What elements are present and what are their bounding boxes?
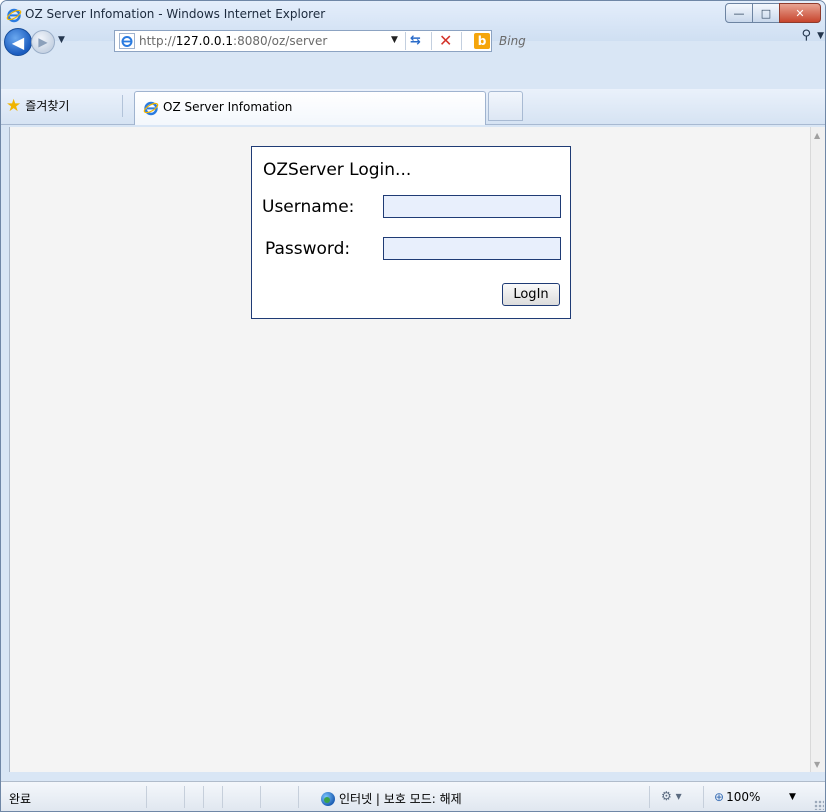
- search-icon[interactable]: ⚲: [801, 28, 811, 43]
- search-box-area: ⚲ ▼: [492, 25, 825, 47]
- back-icon: ◀: [11, 32, 25, 52]
- maximize-button[interactable]: □: [752, 3, 780, 23]
- search-options-dropdown[interactable]: ▼: [817, 31, 824, 41]
- forward-icon: ▶: [38, 35, 48, 49]
- stop-icon[interactable]: ✕: [439, 31, 452, 50]
- bing-icon: b: [474, 33, 490, 49]
- divider: [431, 32, 432, 50]
- zoom-dropdown[interactable]: ▼: [789, 792, 796, 802]
- scroll-up-icon[interactable]: ▲: [814, 131, 820, 140]
- password-label: Password:: [265, 239, 351, 259]
- url-text[interactable]: http://127.0.0.1:8080/oz/server: [139, 34, 327, 48]
- status-text: 완료: [9, 792, 32, 806]
- security-icon[interactable]: ⚙ ▾: [661, 789, 682, 803]
- url-suffix: :8080/oz/server: [233, 34, 328, 48]
- minimize-button[interactable]: —: [725, 3, 753, 23]
- page-icon: [119, 33, 135, 49]
- divider: [146, 786, 147, 808]
- divider: [260, 786, 261, 808]
- password-input[interactable]: [383, 237, 561, 260]
- divider: [649, 786, 650, 808]
- close-icon: ✕: [795, 6, 805, 20]
- close-button[interactable]: ✕: [779, 3, 821, 23]
- back-button[interactable]: ◀: [4, 28, 32, 56]
- login-button[interactable]: LogIn: [502, 283, 560, 306]
- login-title: OZServer Login...: [263, 160, 412, 180]
- tab-oz-server[interactable]: OZ Server Infomation: [134, 91, 486, 125]
- divider: [222, 786, 223, 808]
- favorites-button[interactable]: ★ 즐겨찾기: [6, 97, 69, 114]
- scroll-down-icon[interactable]: ▼: [814, 760, 820, 769]
- vertical-scrollbar[interactable]: ▲ ▼: [810, 127, 825, 772]
- divider: [461, 32, 462, 50]
- login-panel: OZServer Login... Username: Password: Lo…: [251, 146, 571, 319]
- divider: [298, 786, 299, 808]
- window-controls: — □ ✕: [725, 3, 821, 23]
- forward-button[interactable]: ▶: [31, 30, 55, 54]
- resize-grip[interactable]: [814, 800, 824, 810]
- globe-icon: [321, 791, 335, 806]
- browser-window: OZ Server Infomation - Windows Internet …: [0, 0, 826, 812]
- address-dropdown[interactable]: ▼: [391, 35, 398, 45]
- zoom-level: 100%: [726, 790, 761, 804]
- status-bar: 완료 인터넷 | 보호 모드: 해제 ⚙ ▾ ⊕ 100% ▼: [1, 781, 825, 811]
- zoom-icon: ⊕: [714, 790, 725, 804]
- maximize-icon: □: [760, 6, 772, 20]
- recent-pages-dropdown[interactable]: ▼: [58, 35, 65, 45]
- minimize-icon: —: [733, 6, 745, 20]
- new-tab-button[interactable]: [488, 91, 523, 121]
- ie-icon: [143, 101, 159, 116]
- tab-label: OZ Server Infomation: [163, 100, 293, 114]
- favorites-label: 즐겨찾기: [25, 99, 70, 113]
- divider: [203, 786, 204, 808]
- url-prefix: http://: [139, 34, 176, 48]
- username-label: Username:: [262, 197, 355, 217]
- divider: [184, 786, 185, 808]
- address-bar[interactable]: http://127.0.0.1:8080/oz/server ▼ ⇆ ✕ b …: [114, 30, 526, 52]
- ie-icon: [6, 8, 22, 23]
- security-zone[interactable]: 인터넷 | 보호 모드: 해제: [321, 790, 462, 807]
- divider: [703, 786, 704, 808]
- favorites-bar: ★ 즐겨찾기 OZ Server Infomation: [1, 89, 825, 125]
- url-host: 127.0.0.1: [175, 34, 234, 48]
- window-title: OZ Server Infomation - Windows Internet …: [25, 7, 326, 21]
- star-icon: ★: [6, 95, 22, 116]
- zoom-control[interactable]: ⊕ 100%: [714, 790, 760, 804]
- username-input[interactable]: [383, 195, 561, 218]
- divider: [405, 32, 406, 50]
- zone-text: 인터넷 | 보호 모드: 해제: [339, 792, 462, 806]
- refresh-icon[interactable]: ⇆: [410, 33, 421, 48]
- divider: [122, 95, 123, 117]
- navigation-bar: ◀ ▶ ▼ http://127.0.0.1:8080/oz/server ▼ …: [1, 25, 825, 57]
